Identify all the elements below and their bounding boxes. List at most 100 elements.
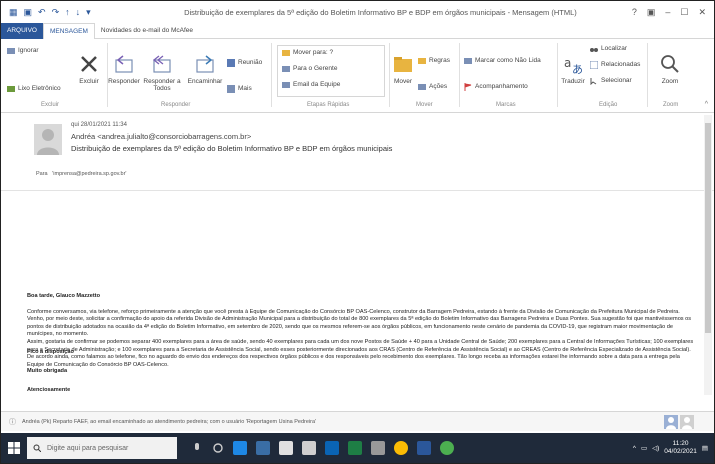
- translate-button[interactable]: aあ Traduzir: [559, 53, 587, 85]
- zoom-button[interactable]: Zoom: [657, 53, 683, 85]
- group-separator: [459, 43, 460, 107]
- more-icon: [227, 85, 235, 93]
- ribbon-options-button[interactable]: ▣: [647, 7, 656, 18]
- move-button[interactable]: Mover: [391, 53, 415, 85]
- actions-button[interactable]: Ações: [418, 83, 447, 91]
- redo-icon[interactable]: ↷: [52, 7, 60, 18]
- save-icon[interactable]: ▦: [9, 7, 18, 18]
- undo-icon[interactable]: ↶: [38, 7, 46, 18]
- mail-icon[interactable]: [302, 441, 316, 455]
- app-icon[interactable]: [256, 441, 270, 455]
- calculator-icon[interactable]: [371, 441, 385, 455]
- down-arrow-icon[interactable]: ↓: [76, 7, 81, 18]
- reply-button[interactable]: Responder: [108, 53, 140, 85]
- to-recipient[interactable]: 'imprensa@pedreira.sp.gov.br': [52, 171, 126, 177]
- up-arrow-icon[interactable]: ↑: [65, 7, 70, 18]
- greeting: Boa tarde, Glauco Mazzetto: [27, 293, 101, 299]
- ignore-button[interactable]: Ignorar: [7, 47, 39, 55]
- junk-icon: [7, 86, 15, 92]
- junk-button[interactable]: Lixo Eletrônico: [7, 85, 61, 93]
- group-label-excluir: Excluir: [41, 102, 60, 108]
- clock-date: 04/02/2021: [664, 448, 697, 455]
- message-sender[interactable]: Andréa <andrea.julialto@consorciobarrage…: [71, 132, 251, 141]
- group-label-mover: Mover: [416, 102, 433, 108]
- notifications-icon[interactable]: ▤: [702, 444, 708, 452]
- tab-mensagem[interactable]: MENSAGEM: [42, 22, 95, 39]
- quick-step-move[interactable]: Mover para: ?: [282, 49, 333, 57]
- network-icon[interactable]: ▭: [641, 444, 647, 452]
- people-pane-text: Andréa (Pk) Reparto FAEF, ao email encam…: [22, 418, 317, 425]
- group-separator: [271, 43, 272, 107]
- group-separator: [389, 43, 390, 107]
- close-button[interactable]: ✕: [698, 7, 706, 18]
- closing-2: Muito obrigada: [27, 368, 68, 374]
- minimize-button[interactable]: –: [665, 7, 670, 18]
- outlook-message-window: ▦ ▣ ↶ ↷ ↑ ↓ ▾ Distribuição de exemplares…: [0, 0, 715, 464]
- delete-button[interactable]: Excluir: [77, 53, 101, 85]
- microphone-icon[interactable]: [191, 442, 203, 454]
- quick-step-team-email[interactable]: Email da Equipe: [282, 81, 340, 89]
- title-bar: ▦ ▣ ↶ ↷ ↑ ↓ ▾ Distribuição de exemplares…: [1, 1, 714, 23]
- rules-button[interactable]: Regras: [418, 57, 450, 65]
- edge-icon[interactable]: [233, 441, 247, 455]
- related-button[interactable]: Relacionadas: [590, 61, 640, 69]
- taskbar-search[interactable]: Digite aqui para pesquisar: [27, 437, 177, 459]
- maximize-button[interactable]: ☐: [680, 7, 688, 18]
- app-green-icon[interactable]: [440, 441, 454, 455]
- manager-icon: [282, 66, 290, 72]
- translate-icon: aあ: [564, 56, 583, 75]
- forward-label: Encaminhar: [187, 78, 223, 85]
- translate-label: Traduzir: [561, 78, 585, 85]
- save-disk-icon[interactable]: ▣: [24, 7, 33, 18]
- meeting-button[interactable]: Reunião: [227, 59, 262, 67]
- info-icon: ⓘ: [9, 418, 16, 426]
- binoculars-icon: [590, 48, 598, 52]
- search-icon: [33, 444, 41, 452]
- tab-mcafee[interactable]: Novidades do e-mail do McAfee: [95, 23, 199, 39]
- task-view-icon[interactable]: [212, 442, 224, 454]
- ribbon-tabs: ARQUIVO MENSAGEM Novidades do e-mail do …: [1, 22, 714, 39]
- group-label-responder: Responder: [161, 102, 191, 108]
- customize-qat-icon[interactable]: ▾: [86, 7, 91, 18]
- group-separator: [647, 43, 648, 107]
- reply-all-button[interactable]: Responder a Todos: [141, 53, 183, 92]
- more-button[interactable]: Mais: [227, 85, 252, 93]
- forward-button[interactable]: Encaminhar: [185, 53, 225, 85]
- reply-all-icon: [152, 55, 171, 73]
- select-button[interactable]: Selecionar: [590, 77, 632, 85]
- vertical-scrollbar[interactable]: [704, 115, 712, 395]
- message-body: Boa tarde, Glauco Mazzetto Conforme conv…: [27, 193, 697, 369]
- excel-icon[interactable]: [348, 441, 362, 455]
- group-separator: [557, 43, 558, 107]
- start-button[interactable]: [1, 433, 27, 463]
- help-button[interactable]: ?: [632, 7, 637, 18]
- chrome-icon[interactable]: [394, 441, 408, 455]
- followup-label: Acompanhamento: [475, 83, 528, 90]
- search-placeholder: Digite aqui para pesquisar: [47, 444, 129, 452]
- followup-button[interactable]: Acompanhamento: [464, 83, 528, 91]
- volume-icon[interactable]: ◁): [652, 444, 659, 452]
- mark-unread-icon: [464, 58, 472, 64]
- collapse-ribbon-icon[interactable]: ^: [705, 101, 708, 108]
- clock[interactable]: 11:20 04/02/2021: [664, 440, 697, 456]
- quick-steps-gallery: Mover para: ? Para o Gerente Email da Eq…: [277, 45, 385, 97]
- word-icon[interactable]: [417, 441, 431, 455]
- move-to-icon: [282, 50, 290, 56]
- reply-icon: [115, 55, 133, 73]
- message-subject: Distribuição de exemplares da 5ª edição …: [71, 144, 393, 153]
- show-hidden-icons-icon[interactable]: ^: [633, 445, 636, 452]
- scrollbar-thumb[interactable]: [705, 123, 711, 333]
- store-icon[interactable]: [279, 441, 293, 455]
- find-button[interactable]: Localizar: [590, 45, 627, 53]
- actions-icon: [418, 84, 426, 90]
- outlook-icon[interactable]: [325, 441, 339, 455]
- group-label-zoom: Zoom: [663, 102, 679, 108]
- quick-step-manager[interactable]: Para o Gerente: [282, 65, 337, 73]
- flag-icon: [464, 83, 472, 91]
- people-pane-avatars[interactable]: [664, 414, 694, 429]
- mark-unread-button[interactable]: Marcar como Não Lida: [464, 57, 541, 65]
- group-separator: [107, 43, 108, 107]
- team-email-icon: [282, 82, 290, 88]
- sender-avatar: [34, 124, 62, 155]
- tab-arquivo[interactable]: ARQUIVO: [1, 22, 43, 39]
